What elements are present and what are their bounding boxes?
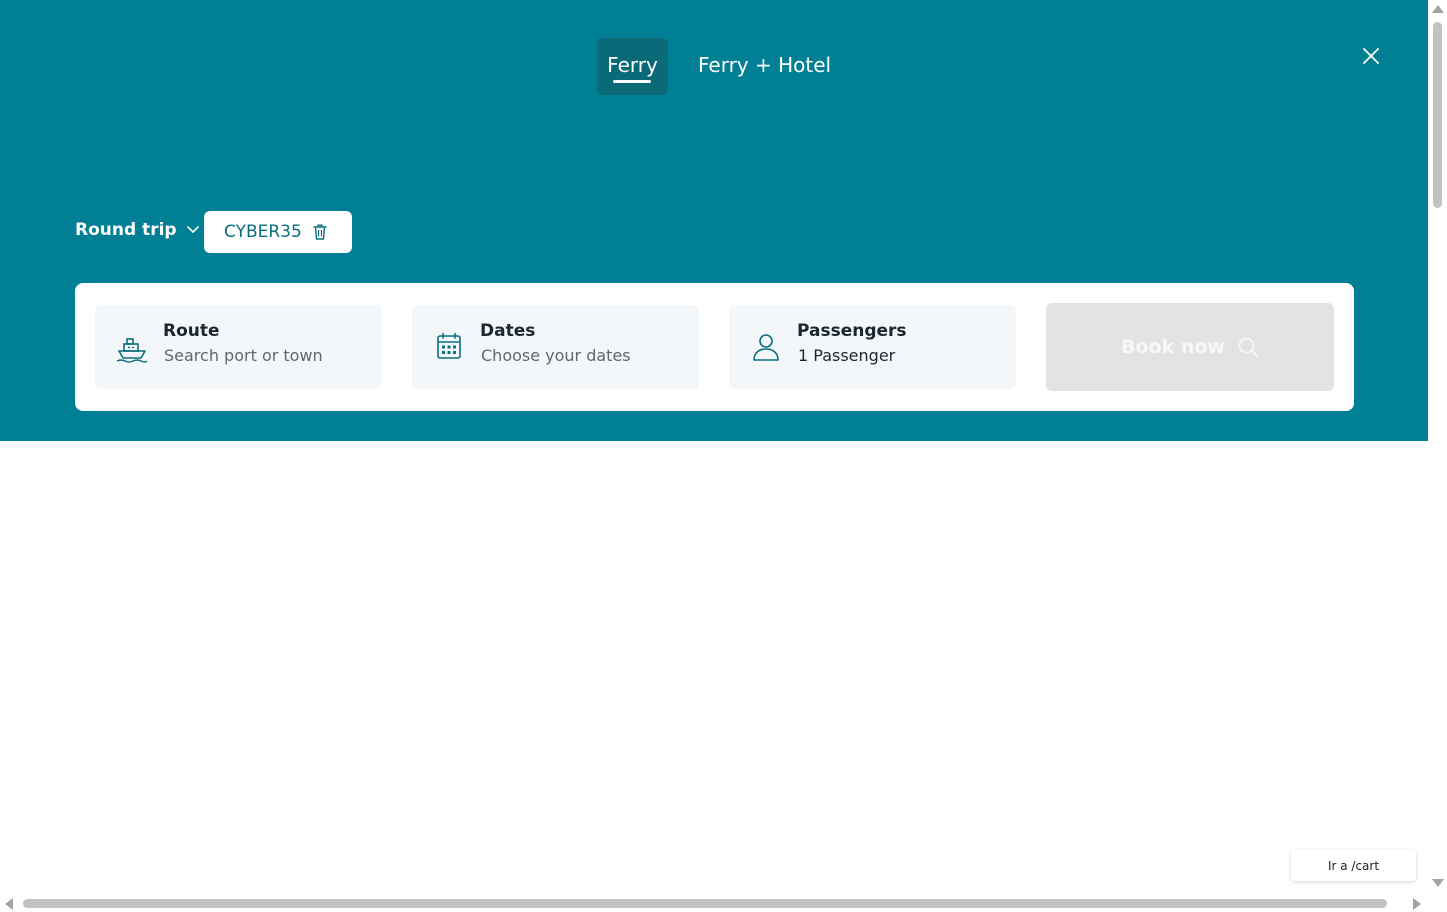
search-icon bbox=[1238, 337, 1258, 357]
route-label: Route bbox=[163, 321, 220, 341]
search-form: Route Search port or town Dates Choose y… bbox=[75, 283, 1354, 411]
go-to-cart-link[interactable]: Ir a /cart bbox=[1291, 850, 1416, 881]
dates-field[interactable]: Dates Choose your dates bbox=[412, 305, 699, 389]
trip-type-label: Round trip bbox=[75, 220, 177, 240]
scroll-left-arrow-icon[interactable] bbox=[5, 898, 13, 910]
scroll-down-arrow-icon[interactable] bbox=[1432, 879, 1444, 887]
trip-type-dropdown[interactable]: Round trip bbox=[75, 220, 199, 240]
vertical-scroll-thumb[interactable] bbox=[1433, 22, 1442, 208]
passengers-field[interactable]: Passengers 1 Passenger bbox=[729, 305, 1016, 389]
scrollbar-corner bbox=[1428, 896, 1447, 912]
trash-icon[interactable] bbox=[312, 223, 328, 241]
book-now-label: Book now bbox=[1121, 336, 1225, 358]
active-tab-indicator bbox=[613, 80, 651, 83]
vertical-scrollbar[interactable] bbox=[1428, 0, 1447, 896]
promo-code-chip: CYBER35 bbox=[204, 211, 352, 253]
scroll-right-arrow-icon[interactable] bbox=[1413, 898, 1421, 910]
page-viewport: Ferry Ferry + Hotel Round trip CYBER35 R… bbox=[0, 0, 1428, 896]
user-icon bbox=[753, 334, 779, 361]
tab-ferry-label: Ferry bbox=[607, 52, 658, 77]
close-icon bbox=[1363, 48, 1379, 64]
close-button[interactable] bbox=[1360, 45, 1382, 67]
promo-code-label: CYBER35 bbox=[224, 222, 302, 242]
ship-icon bbox=[116, 338, 148, 363]
book-now-button[interactable]: Book now bbox=[1046, 303, 1334, 391]
route-placeholder: Search port or town bbox=[164, 346, 323, 365]
horizontal-scroll-thumb[interactable] bbox=[23, 899, 1387, 908]
dates-placeholder: Choose your dates bbox=[481, 346, 631, 365]
tab-ferry-hotel[interactable]: Ferry + Hotel bbox=[698, 53, 831, 77]
passengers-value: 1 Passenger bbox=[798, 346, 896, 365]
route-field[interactable]: Route Search port or town bbox=[95, 305, 382, 389]
tab-ferry[interactable]: Ferry bbox=[597, 38, 668, 95]
search-hero: Ferry Ferry + Hotel Round trip CYBER35 R… bbox=[0, 0, 1428, 441]
horizontal-scrollbar[interactable] bbox=[0, 896, 1428, 912]
passengers-label: Passengers bbox=[797, 321, 907, 341]
scroll-up-arrow-icon[interactable] bbox=[1432, 5, 1444, 13]
dates-label: Dates bbox=[480, 321, 536, 341]
chevron-down-icon bbox=[186, 226, 199, 233]
calendar-icon bbox=[437, 332, 461, 359]
